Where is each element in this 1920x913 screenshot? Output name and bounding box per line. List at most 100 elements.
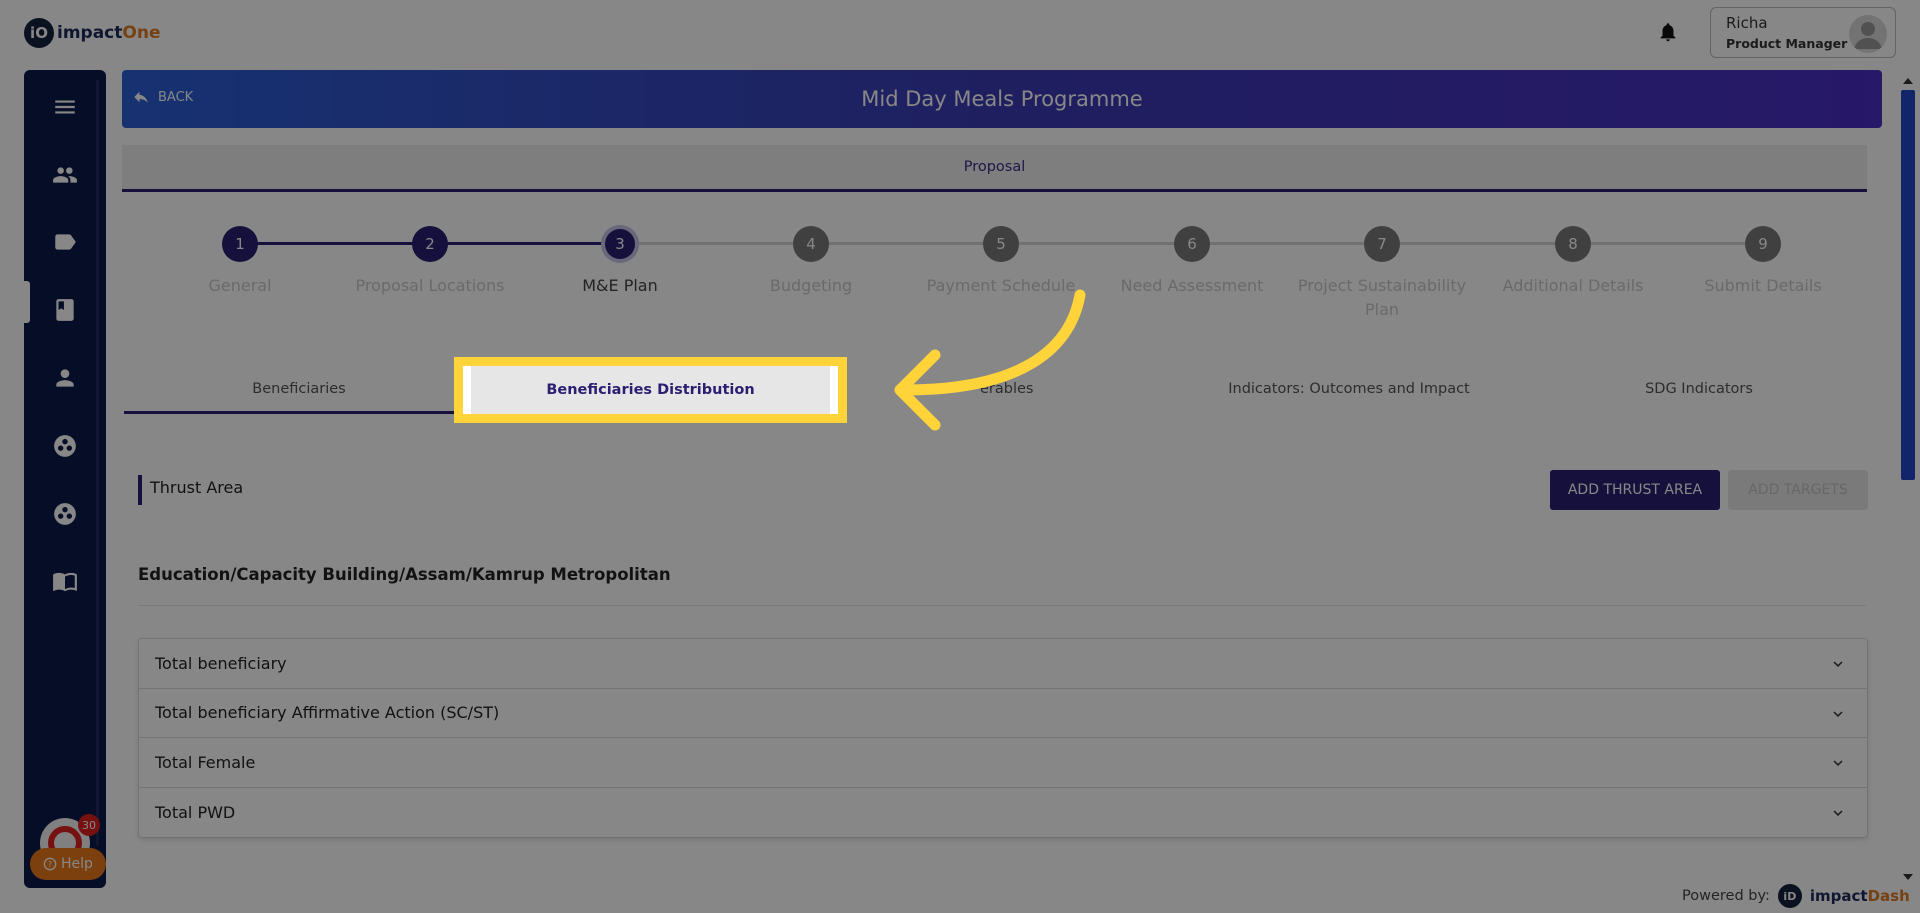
logo-mark: iO — [24, 18, 54, 48]
sidebar-item-hub[interactable] — [24, 494, 106, 534]
section-accent-bar — [138, 475, 142, 505]
menu-icon — [55, 100, 75, 114]
accordion-row-affirmative-action[interactable]: Total beneficiary Affirmative Action (SC… — [139, 689, 1867, 738]
help-button[interactable]: ? Help — [30, 848, 106, 880]
user-menu[interactable]: Richa Product Manager — [1710, 7, 1896, 58]
add-thrust-area-button[interactable]: ADD THRUST AREA — [1550, 470, 1720, 510]
step-number: 2 — [412, 226, 448, 262]
step-number: 5 — [983, 226, 1019, 262]
step-budgeting[interactable]: 4 Budgeting — [721, 222, 901, 298]
tab-sdg-indicators[interactable]: SDG Indicators — [1524, 365, 1874, 413]
step-label: Proposal Locations — [355, 276, 505, 295]
sidebar-item-profile[interactable] — [24, 358, 106, 398]
person-icon — [56, 369, 74, 387]
step-number: 7 — [1364, 226, 1400, 262]
accordion-label: Total PWD — [155, 802, 236, 822]
brand-accent: Dash — [1867, 887, 1910, 905]
step-number: 3 — [605, 229, 635, 259]
step-proposal-locations[interactable]: 2 Proposal Locations — [340, 222, 520, 298]
step-label: Need Assessment — [1120, 276, 1264, 295]
logo-text-accent: One — [122, 23, 161, 43]
page-scrollbar[interactable] — [1897, 76, 1917, 886]
sidebar-item-menu[interactable] — [24, 87, 106, 127]
accordion-row-total-beneficiary[interactable]: Total beneficiary — [139, 639, 1867, 689]
section-title: Thrust Area — [150, 478, 244, 497]
accordion-label: Total beneficiary — [155, 653, 287, 673]
location-heading: Education/Capacity Building/Assam/Kamrup… — [138, 565, 671, 584]
sidebar-item-library[interactable] — [24, 290, 106, 330]
workspaces-icon — [54, 435, 76, 457]
help-label: Help — [61, 856, 93, 872]
open-book-icon — [53, 572, 77, 592]
hub-icon — [54, 503, 76, 525]
user-name: Richa — [1726, 14, 1768, 32]
back-button[interactable]: BACK — [132, 88, 193, 106]
step-me-plan[interactable]: 3 M&E Plan — [530, 222, 710, 298]
label-icon — [55, 234, 76, 250]
step-label: Additional Details — [1502, 276, 1644, 295]
page-title: Mid Day Meals Programme — [861, 87, 1143, 111]
user-role: Product Manager — [1726, 36, 1848, 51]
back-label: BACK — [158, 89, 194, 105]
accordion-row-total-female[interactable]: Total Female — [139, 738, 1867, 788]
help-icon: ? — [43, 857, 57, 871]
impactdash-brand: impactDash — [1810, 887, 1910, 905]
scroll-thumb[interactable] — [1901, 90, 1915, 480]
chevron-down-icon — [1833, 710, 1843, 717]
avatar — [1849, 15, 1887, 53]
sidebar-item-guide[interactable] — [24, 561, 106, 601]
active-tab-underline — [124, 411, 474, 414]
users-icon — [53, 167, 77, 183]
tab-beneficiaries-distribution[interactable]: Beneficiaries Distribution — [471, 366, 830, 414]
logo-text-main: impact — [57, 23, 123, 43]
add-targets-button[interactable]: ADD TARGETS — [1728, 470, 1868, 510]
sidebar-item-users[interactable] — [24, 155, 106, 195]
chevron-down-icon — [1833, 809, 1843, 816]
step-label: Project Sustainability Plan — [1297, 276, 1467, 319]
logo-text: impactOne — [57, 23, 160, 43]
svg-text:?: ? — [48, 860, 52, 869]
step-general[interactable]: 1 General — [150, 222, 330, 298]
bell-icon[interactable] — [1657, 20, 1679, 44]
powered-by-label: Powered by: — [1682, 888, 1770, 904]
step-number: 4 — [793, 226, 829, 262]
chevron-down-icon — [1833, 661, 1843, 667]
step-label: General — [208, 276, 272, 295]
sidebar-item-workspaces[interactable] — [24, 426, 106, 466]
top-header: iO impactOne Richa Product Manager — [0, 0, 1920, 64]
scroll-up-icon[interactable] — [1903, 78, 1913, 84]
sidebar: 30 ? Help — [24, 70, 106, 888]
step-label: Submit Details — [1704, 276, 1822, 295]
notification-badge: 30 — [78, 814, 100, 836]
step-number: 9 — [1745, 226, 1781, 262]
step-submit-details[interactable]: 9 Submit Details — [1673, 222, 1853, 298]
accordion-label: Total Female — [155, 752, 256, 772]
step-label: M&E Plan — [582, 276, 658, 295]
person-avatar-icon — [1854, 22, 1882, 49]
divider — [138, 605, 1866, 606]
book-icon — [56, 299, 74, 321]
chevron-down-icon — [1833, 760, 1843, 766]
step-label: Budgeting — [769, 276, 853, 295]
highlight-frame: Beneficiaries Distribution — [454, 357, 847, 423]
step-number: 8 — [1555, 226, 1591, 262]
impactdash-logo-mark: iD — [1777, 884, 1802, 908]
tab-proposal[interactable]: Proposal — [122, 145, 1867, 192]
tab-beneficiaries[interactable]: Beneficiaries — [124, 365, 474, 413]
step-additional-details[interactable]: 8 Additional Details — [1483, 222, 1663, 298]
beneficiary-accordion: Total beneficiary Total beneficiary Affi… — [138, 638, 1868, 838]
step-need-assessment[interactable]: 6 Need Assessment — [1102, 222, 1282, 298]
programme-title-bar: Mid Day Meals Programme BACK — [122, 70, 1882, 128]
powered-by: Powered by: iD impactDash — [1682, 884, 1910, 908]
step-number: 6 — [1174, 226, 1210, 262]
step-sustainability-plan[interactable]: 7 Project Sustainability Plan — [1292, 222, 1472, 322]
step-number: 1 — [222, 226, 258, 262]
accordion-row-total-pwd[interactable]: Total PWD — [139, 788, 1867, 838]
tab-indicators[interactable]: Indicators: Outcomes and Impact — [1174, 365, 1524, 413]
accordion-label: Total beneficiary Affirmative Action (SC… — [155, 703, 500, 723]
scroll-down-icon[interactable] — [1903, 874, 1913, 880]
pointer-arrow-icon — [894, 289, 1086, 431]
sidebar-item-proposals[interactable] — [24, 222, 106, 262]
brand-main: impact — [1809, 887, 1868, 905]
impactone-logo[interactable]: iO impactOne — [24, 18, 160, 48]
